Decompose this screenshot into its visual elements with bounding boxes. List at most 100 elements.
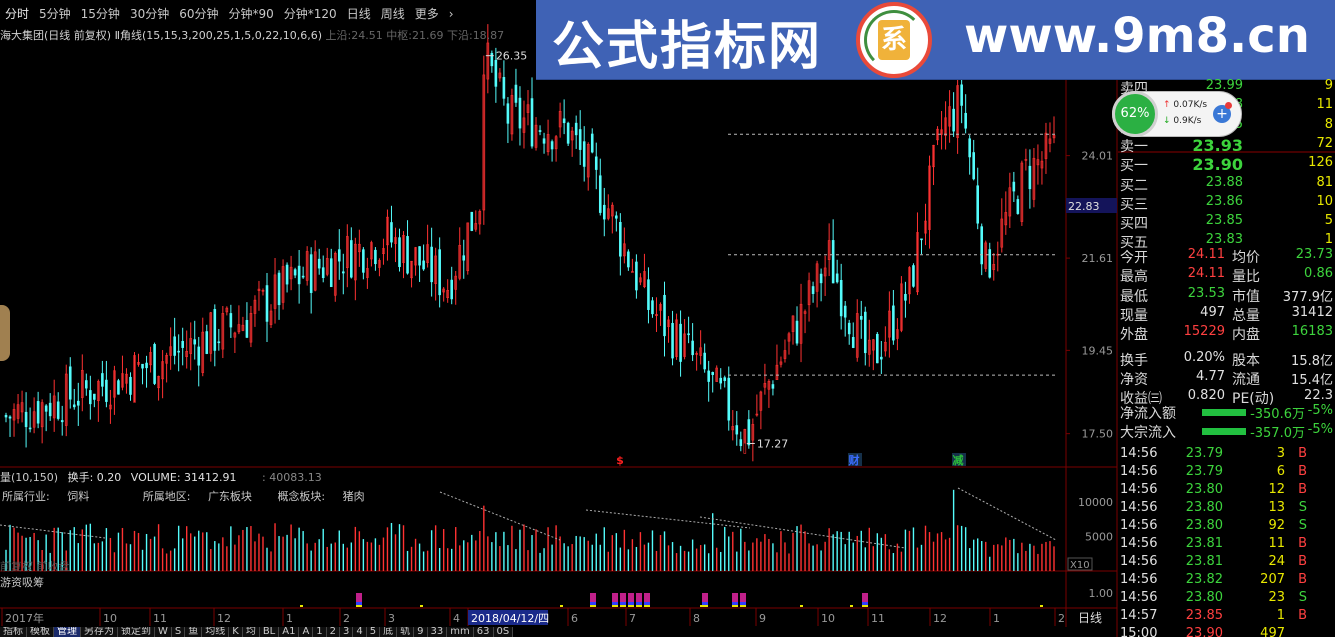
candle-body	[76, 400, 80, 406]
candle-body	[892, 305, 895, 341]
lower-label: 下沿:	[446, 29, 473, 42]
candle-body	[329, 258, 333, 288]
bottom-tab[interactable]: 另存为	[81, 627, 118, 637]
bottom-tab[interactable]: 33	[427, 627, 448, 637]
bottom-tab[interactable]: 5	[366, 627, 381, 637]
period-tab[interactable]: 日线	[342, 4, 376, 24]
candle-body	[627, 251, 630, 268]
candle-body	[819, 273, 823, 284]
period-tab[interactable]: 30分钟	[125, 4, 174, 24]
side-collapse-handle[interactable]	[0, 305, 10, 361]
candle-body	[229, 313, 233, 328]
bottom-tab[interactable]: A	[299, 627, 314, 637]
bottom-tab[interactable]: 1	[313, 627, 327, 637]
bottom-tab[interactable]: 9	[414, 627, 428, 637]
bottom-tab[interactable]: S	[171, 627, 186, 637]
candle-body	[594, 156, 598, 170]
tick-price: 23.81	[1185, 536, 1223, 551]
candle-body	[398, 237, 401, 268]
period-tab[interactable]: 分时	[0, 4, 34, 24]
tick-time: 14:56	[1120, 446, 1158, 461]
candle-body	[24, 411, 28, 428]
candle-body	[117, 380, 120, 395]
price-axis-label: 21.61	[1082, 252, 1114, 265]
tick-volume: 11	[1268, 536, 1285, 551]
flow-bar	[356, 605, 362, 607]
region-label: 所属地区:	[142, 490, 191, 503]
date-label: 1	[993, 612, 1000, 625]
stat-value: 0.820	[1187, 388, 1225, 404]
candle-body	[851, 337, 855, 348]
period-tab[interactable]: 分钟*90	[224, 4, 279, 24]
tick-row: 14:56 23.80 13 S	[1118, 500, 1335, 518]
bottom-tab[interactable]: 管理	[54, 627, 81, 637]
candle-body	[719, 377, 723, 384]
bottom-tab[interactable]: K	[229, 627, 243, 637]
bottom-tab[interactable]: BL	[259, 627, 280, 637]
orderbook-volume: 9	[1324, 78, 1333, 93]
stat-label: 换手	[1120, 352, 1148, 369]
candle-body	[843, 305, 847, 318]
more-arrow-icon[interactable]: ›	[444, 4, 459, 24]
candle-body	[301, 275, 305, 278]
region-value: 广东板块	[207, 490, 252, 503]
orderbook-volume: 81	[1316, 174, 1333, 190]
candle-body	[341, 271, 345, 274]
bottom-tab[interactable]: 模板	[27, 627, 54, 637]
bottom-tab[interactable]: 均	[242, 627, 260, 637]
orderbook-row: 买一 23.90 126	[1118, 155, 1335, 174]
stock-name: 海大集团(日线 前复权)	[0, 29, 112, 42]
candle-body	[976, 185, 980, 224]
bottom-tab[interactable]: 3	[340, 627, 354, 637]
candle-body	[904, 293, 907, 301]
bottom-tab[interactable]: 底	[380, 627, 398, 637]
flow-label: 游资吸筹	[0, 576, 44, 589]
bottom-tab[interactable]: A1	[279, 627, 300, 637]
period-tab[interactable]: 15分钟	[76, 4, 125, 24]
candle-body	[703, 352, 706, 370]
bottom-tab[interactable]: 2	[326, 627, 341, 637]
bottom-tab[interactable]: 轨	[397, 627, 415, 637]
candle-body	[707, 370, 710, 382]
tick-price: 23.79	[1185, 446, 1223, 461]
bottom-tab[interactable]: W	[155, 627, 172, 637]
orderbook-price: 23.88	[1205, 174, 1243, 190]
bottom-tab[interactable]: 63	[473, 627, 494, 637]
period-tab[interactable]: 分钟*120	[279, 4, 342, 24]
bottom-tab[interactable]: 均线	[202, 627, 230, 637]
orderbook-volume: 10	[1316, 193, 1333, 209]
period-tab[interactable]: 60分钟	[174, 4, 223, 24]
period-tab[interactable]: 5分钟	[34, 4, 76, 24]
orderbook-label: 买四	[1120, 216, 1148, 233]
bottom-tab[interactable]: 鱼	[185, 627, 203, 637]
orderbook-label: 买一	[1120, 158, 1148, 175]
stat-value: 15.8亿	[1291, 353, 1333, 369]
candle-body	[418, 246, 421, 266]
tick-price: 23.85	[1185, 608, 1223, 623]
candle-body	[56, 401, 60, 419]
candle-body	[711, 372, 714, 375]
stat-label: 净资	[1120, 371, 1148, 388]
bottom-tab[interactable]: mm	[447, 627, 474, 637]
period-tab[interactable]: 更多	[410, 4, 444, 24]
tick-side: B	[1298, 464, 1307, 479]
period-label[interactable]: 日线	[1078, 611, 1102, 625]
bottom-tab[interactable]: 4	[353, 627, 367, 637]
tick-price: 23.81	[1185, 554, 1223, 569]
stat-value: 23.53	[1187, 285, 1225, 301]
bottom-tab[interactable]: 锁定到	[118, 627, 155, 637]
bottom-tab[interactable]: 0S	[493, 627, 514, 637]
period-tab[interactable]: 周线	[376, 4, 410, 24]
speed-widget[interactable]: 62% ↑ 0.07K/s ↓ 0.9K/s +	[1112, 91, 1242, 137]
candle-body	[60, 420, 64, 423]
event-mark[interactable]: $	[616, 454, 624, 467]
bottom-tab[interactable]: 指标	[0, 627, 27, 637]
download-speed: ↓ 0.9K/s	[1163, 116, 1201, 126]
tick-side: B	[1298, 482, 1307, 497]
event-mark[interactable]: 财	[848, 453, 860, 467]
industry-value: 饲料	[67, 490, 90, 503]
candle-body	[48, 402, 52, 417]
event-mark[interactable]: 减	[953, 453, 964, 467]
candle-body	[578, 129, 582, 150]
orderbook-volume: 5	[1324, 213, 1333, 229]
